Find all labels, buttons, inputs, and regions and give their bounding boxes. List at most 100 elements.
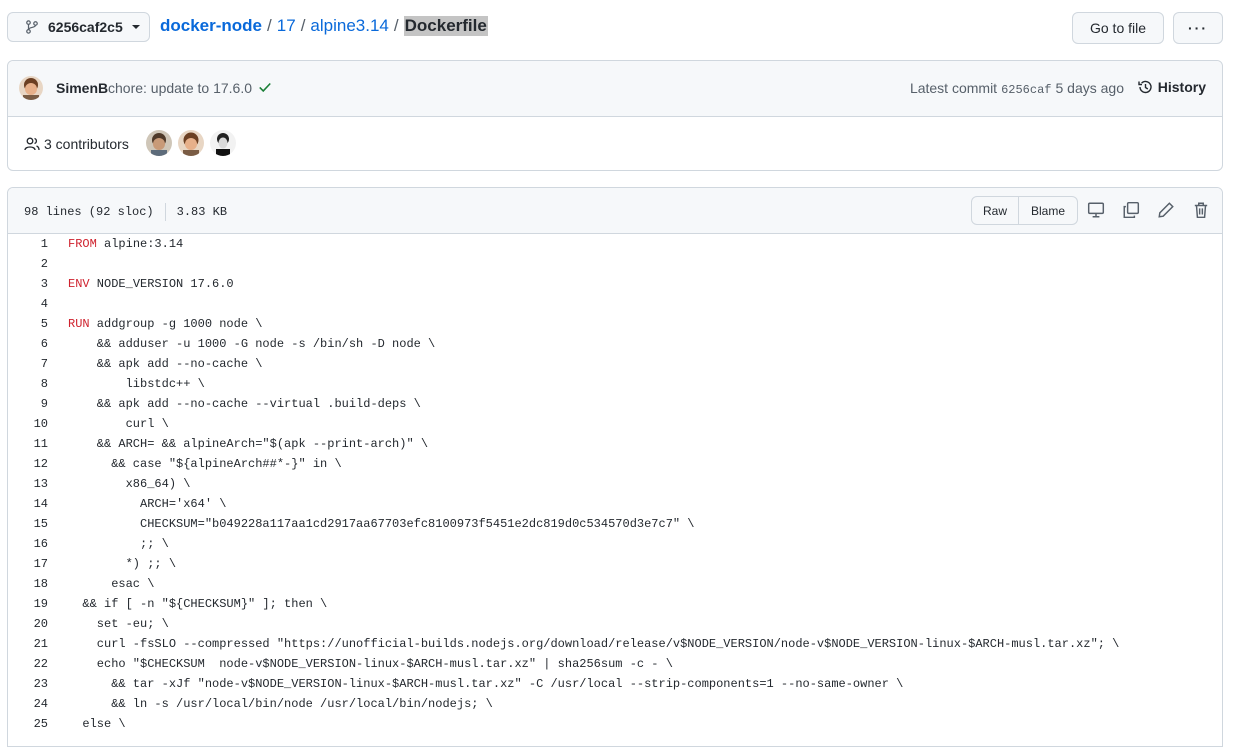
code-line: 23 && tar -xJf "node-v$NODE_VERSION-linu… bbox=[8, 674, 1222, 694]
line-number[interactable]: 13 bbox=[8, 474, 48, 494]
branch-name: 6256caf2c5 bbox=[48, 19, 123, 35]
copy-icon[interactable] bbox=[1122, 201, 1140, 219]
contributors-link[interactable]: 3 contributors bbox=[24, 136, 129, 152]
raw-button[interactable]: Raw bbox=[971, 196, 1019, 225]
line-content bbox=[48, 254, 68, 274]
branch-selector-button[interactable]: 6256caf2c5 bbox=[7, 12, 150, 42]
code-text: curl \ bbox=[68, 417, 169, 431]
line-number[interactable]: 20 bbox=[8, 614, 48, 634]
code-line: 12 && case "${alpineArch##*-}" in \ bbox=[8, 454, 1222, 474]
code-line: 9 && apk add --no-cache --virtual .build… bbox=[8, 394, 1222, 414]
code-text: CHECKSUM="b049228a117aa1cd2917aa67703efc… bbox=[68, 517, 695, 531]
line-number[interactable]: 9 bbox=[8, 394, 48, 414]
line-number[interactable]: 12 bbox=[8, 454, 48, 474]
line-number[interactable]: 15 bbox=[8, 514, 48, 534]
line-number[interactable]: 19 bbox=[8, 594, 48, 614]
code-line: 6 && adduser -u 1000 -G node -s /bin/sh … bbox=[8, 334, 1222, 354]
dockerfile-keyword: ENV bbox=[68, 277, 90, 291]
avatar[interactable] bbox=[146, 130, 172, 156]
more-options-button[interactable]: ··· bbox=[1173, 12, 1223, 44]
line-number[interactable]: 14 bbox=[8, 494, 48, 514]
line-number[interactable]: 18 bbox=[8, 574, 48, 594]
code-line: 11 && ARCH= && alpineArch="$(apk --print… bbox=[8, 434, 1222, 454]
blame-button[interactable]: Blame bbox=[1019, 196, 1078, 225]
avatar[interactable] bbox=[19, 76, 43, 100]
commit-author-link[interactable]: SimenB bbox=[56, 80, 108, 96]
file-lines-info: 98 lines (92 sloc) bbox=[24, 205, 154, 219]
history-link[interactable]: History bbox=[1137, 79, 1206, 95]
line-number[interactable]: 4 bbox=[8, 294, 48, 314]
avatar[interactable] bbox=[210, 130, 236, 156]
line-content: && case "${alpineArch##*-}" in \ bbox=[48, 454, 341, 474]
line-number[interactable]: 1 bbox=[8, 234, 48, 254]
dockerfile-keyword: RUN bbox=[68, 317, 90, 331]
line-number[interactable]: 6 bbox=[8, 334, 48, 354]
code-line: 5 RUN addgroup -g 1000 node \ bbox=[8, 314, 1222, 334]
git-branch-icon bbox=[26, 20, 38, 34]
top-bar: 6256caf2c5 docker-node / 17 / alpine3.14… bbox=[7, 12, 1223, 44]
line-content: esac \ bbox=[48, 574, 154, 594]
divider bbox=[164, 203, 166, 221]
line-number[interactable]: 10 bbox=[8, 414, 48, 434]
line-number[interactable]: 25 bbox=[8, 714, 48, 734]
breadcrumb: docker-node / 17 / alpine3.14 / Dockerfi… bbox=[160, 16, 488, 36]
breadcrumb-dir-alpine-link[interactable]: alpine3.14 bbox=[310, 16, 388, 36]
code-text: && apk add --no-cache \ bbox=[68, 357, 263, 371]
commit-message-link[interactable]: chore: update to 17.6.0 bbox=[108, 80, 252, 96]
line-number[interactable]: 21 bbox=[8, 634, 48, 654]
code-text: x86_64) \ bbox=[68, 477, 191, 491]
line-content: ;; \ bbox=[48, 534, 169, 554]
code-line: 10 curl \ bbox=[8, 414, 1222, 434]
contributors-row: 3 contributors bbox=[8, 117, 1222, 171]
code-text: NODE_VERSION 17.6.0 bbox=[89, 277, 234, 291]
line-content bbox=[48, 294, 68, 314]
line-content: && adduser -u 1000 -G node -s /bin/sh -D… bbox=[48, 334, 435, 354]
line-number[interactable]: 23 bbox=[8, 674, 48, 694]
line-content: set -eu; \ bbox=[48, 614, 169, 634]
line-number[interactable]: 11 bbox=[8, 434, 48, 454]
line-content: && apk add --no-cache \ bbox=[48, 354, 263, 374]
line-number[interactable]: 3 bbox=[8, 274, 48, 294]
code-text: curl -fsSLO --compressed "https://unoffi… bbox=[68, 637, 1120, 651]
line-number[interactable]: 24 bbox=[8, 694, 48, 714]
line-number[interactable]: 16 bbox=[8, 534, 48, 554]
line-content: RUN addgroup -g 1000 node \ bbox=[48, 314, 262, 334]
people-icon bbox=[24, 137, 40, 151]
code-line: 18 esac \ bbox=[8, 574, 1222, 594]
check-icon[interactable] bbox=[258, 80, 272, 94]
code-line: 13 x86_64) \ bbox=[8, 474, 1222, 494]
line-number[interactable]: 17 bbox=[8, 554, 48, 574]
code-text: alpine:3.14 bbox=[96, 237, 184, 251]
code-line: 19 && if [ -n "${CHECKSUM}" ]; then \ bbox=[8, 594, 1222, 614]
history-icon bbox=[1138, 80, 1152, 94]
go-to-file-button[interactable]: Go to file bbox=[1072, 12, 1164, 44]
commit-sha-link[interactable]: 6256caf bbox=[1001, 83, 1051, 97]
file-viewer: 98 lines (92 sloc) 3.83 KB Raw Blame 1 FR… bbox=[7, 187, 1223, 747]
avatar[interactable] bbox=[178, 130, 204, 156]
code-text: ;; \ bbox=[68, 537, 169, 551]
line-number[interactable]: 5 bbox=[8, 314, 48, 334]
line-content: ENV NODE_VERSION 17.6.0 bbox=[48, 274, 234, 294]
line-content: curl -fsSLO --compressed "https://unoffi… bbox=[48, 634, 1120, 654]
code-text: set -eu; \ bbox=[68, 617, 169, 631]
breadcrumb-current-file: Dockerfile bbox=[403, 16, 488, 36]
breadcrumb-repo-link[interactable]: docker-node bbox=[160, 16, 262, 36]
trash-icon[interactable] bbox=[1192, 201, 1210, 219]
line-content: curl \ bbox=[48, 414, 169, 434]
line-content: CHECKSUM="b049228a117aa1cd2917aa67703efc… bbox=[48, 514, 695, 534]
code-line: 15 CHECKSUM="b049228a117aa1cd2917aa67703… bbox=[8, 514, 1222, 534]
line-content: ARCH='x64' \ bbox=[48, 494, 226, 514]
line-content: && ln -s /usr/local/bin/node /usr/local/… bbox=[48, 694, 493, 714]
breadcrumb-dir-17-link[interactable]: 17 bbox=[277, 16, 296, 36]
line-number[interactable]: 8 bbox=[8, 374, 48, 394]
history-label: History bbox=[1157, 79, 1206, 95]
latest-commit-box: SimenB chore: update to 17.6.0 Latest co… bbox=[7, 60, 1223, 171]
desktop-icon[interactable] bbox=[1087, 201, 1105, 219]
file-button-group: Raw Blame bbox=[971, 196, 1078, 225]
line-number[interactable]: 22 bbox=[8, 654, 48, 674]
line-number[interactable]: 2 bbox=[8, 254, 48, 274]
pencil-icon[interactable] bbox=[1157, 201, 1175, 219]
code-text: *) ;; \ bbox=[68, 557, 177, 571]
line-number[interactable]: 7 bbox=[8, 354, 48, 374]
code-text: && tar -xJf "node-v$NODE_VERSION-linux-$… bbox=[68, 677, 904, 691]
